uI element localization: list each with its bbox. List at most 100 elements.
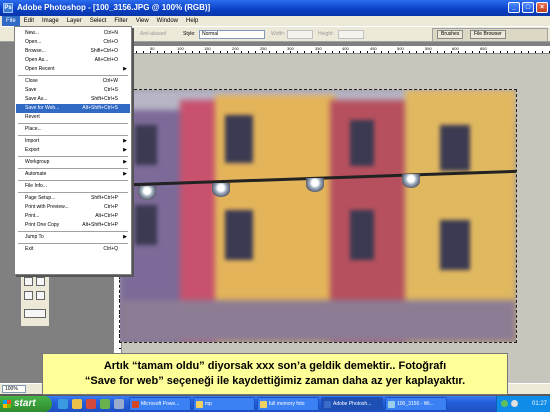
menu-item-jump-to[interactable]: Jump To ▶ [16,233,130,242]
menu-item-revert[interactable]: Revert [16,113,130,122]
start-label: start [14,398,36,409]
menu-item-place[interactable]: Place... [16,125,130,134]
menu-separator [18,192,128,193]
app-icon[interactable] [100,399,110,409]
menu-window[interactable]: Window [153,16,182,26]
start-button[interactable]: start [0,396,52,412]
menu-file[interactable]: File [2,16,20,26]
menu-item-print-with-preview[interactable]: Print with Preview... Ctrl+P [16,203,130,212]
menu-view[interactable]: View [132,16,153,26]
ruler-label: 150 [204,46,211,51]
submenu-arrow-icon: ▶ [123,147,127,153]
maximize-button[interactable]: □ [522,2,534,13]
menu-item-print[interactable]: Print... Alt+Ctrl+P [16,212,130,221]
menu-item-label: Open... [25,39,42,45]
menu-item-file-info[interactable]: File Info... [16,182,130,191]
menu-item-print-one-copy[interactable]: Print One Copy Alt+Shift+Ctrl+P [16,221,130,230]
menu-separator [18,180,128,181]
ruler-label: 650 [480,46,487,51]
water-drop [138,186,156,200]
folder-icon [196,401,203,408]
menu-item-close[interactable]: Close Ctrl+W [16,77,130,86]
menu-item-new[interactable]: New... Ctrl+N [16,29,130,38]
menu-item-exit[interactable]: Exit Ctrl+Q [16,245,130,254]
tab-file-browser[interactable]: File Browser [470,30,506,39]
menu-item-automate[interactable]: Automate ▶ [16,170,130,179]
style-value: Normal [202,31,219,37]
menu-separator [18,231,128,232]
app-icon[interactable] [114,399,124,409]
ruler-label: 350 [315,46,322,51]
menu-item-import[interactable]: Import ▶ [16,137,130,146]
menu-item-open-as[interactable]: Open As... Alt+Ctrl+O [16,56,130,65]
photo-canvas[interactable] [119,89,517,343]
menu-item-shortcut: Shift+Ctrl+O [90,48,118,54]
task-mp[interactable]: mp [193,397,255,411]
taskbar: start Microsoft Powe... mp full memory f… [0,396,550,412]
menu-item-open-recent[interactable]: Open Recent ▶ [16,65,130,74]
menu-item-save[interactable]: Save Ctrl+S [16,86,130,95]
screen-mode-icon[interactable] [24,291,33,300]
width-label: Width: [271,31,286,37]
menu-item-label: Print with Preview... [25,204,69,210]
menu-item-open[interactable]: Open... Ctrl+O [16,38,130,47]
quick-mask-icon[interactable] [36,277,45,286]
menu-image[interactable]: Image [38,16,63,26]
style-label: Style: [183,31,196,37]
menu-item-label: Open As... [25,57,49,63]
anti-aliased-label: Anti-aliased [140,31,167,37]
zoom-field[interactable]: 100% [2,385,26,393]
menu-item-save-as[interactable]: Save As... Shift+Ctrl+S [16,95,130,104]
menu-item-label: Open Recent [25,66,55,72]
menu-item-workgroup[interactable]: Workgroup ▶ [16,158,130,167]
task-photoshop[interactable]: Adobe Photosh... [321,397,383,411]
ie-icon[interactable] [58,399,68,409]
menu-item-browse[interactable]: Browse... Shift+Ctrl+O [16,47,130,56]
caption-line-1: Artık “tamam oldu” diyorsak xxx son’a ge… [103,360,447,372]
menu-item-shortcut: Alt+Ctrl+O [94,57,118,63]
menu-item-shortcut: Shift+Ctrl+P [91,195,118,201]
menu-select[interactable]: Select [86,16,111,26]
menu-item-label: Save As... [25,96,48,102]
desktop-icon[interactable] [72,399,82,409]
height-label: Height: [318,31,334,37]
menu-edit[interactable]: Edit [20,16,38,26]
menu-item-shortcut: Ctrl+O [103,39,118,45]
task-full-memory-foto[interactable]: full memory foto [257,397,319,411]
ruler-label: 250 [260,46,267,51]
task-label: 100_3156 - Wi... [397,401,434,407]
close-button[interactable]: × [536,2,548,13]
menu-separator [18,156,128,157]
ruler-label: 300 [287,46,294,51]
submenu-arrow-icon: ▶ [123,171,127,177]
ruler-label: 400 [342,46,349,51]
menu-item-label: Place... [25,126,42,132]
network-icon[interactable] [501,400,508,407]
submenu-arrow-icon: ▶ [123,234,127,240]
minimize-button[interactable]: _ [508,2,520,13]
menu-layer[interactable]: Layer [63,16,86,26]
menu-item-export[interactable]: Export ▶ [16,146,130,155]
standard-mode-icon[interactable] [24,277,33,286]
jump-to-imageready-icon[interactable] [24,309,46,318]
ruler-label: 600 [452,46,459,51]
menu-item-page-setup[interactable]: Page Setup... Shift+Ctrl+P [16,194,130,203]
media-icon[interactable] [86,399,96,409]
task-label: full memory foto [269,401,305,407]
menu-item-label: Save [25,87,37,93]
menu-help[interactable]: Help [182,16,202,26]
tab-brushes[interactable]: Brushes [437,30,464,39]
menu-filter[interactable]: Filter [110,16,131,26]
task-powerpoint[interactable]: Microsoft Powe... [129,397,191,411]
menu-item-shortcut: Alt+Shift+Ctrl+P [82,222,118,228]
menu-item-shortcut: Ctrl+N [103,30,118,36]
menu-item-save-for-web[interactable]: Save for Web... Alt+Shift+Ctrl+S [16,104,130,113]
menu-item-label: Browse... [25,48,46,54]
menu-item-shortcut: Ctrl+Q [103,246,118,252]
task-label: mp [205,401,212,407]
task-image-viewer[interactable]: 100_3156 - Wi... [385,397,447,411]
volume-icon[interactable] [511,400,518,407]
fullscreen-mode-icon[interactable] [36,291,45,300]
style-select[interactable]: Normal [199,30,265,39]
clock: 01:27 [531,401,547,407]
